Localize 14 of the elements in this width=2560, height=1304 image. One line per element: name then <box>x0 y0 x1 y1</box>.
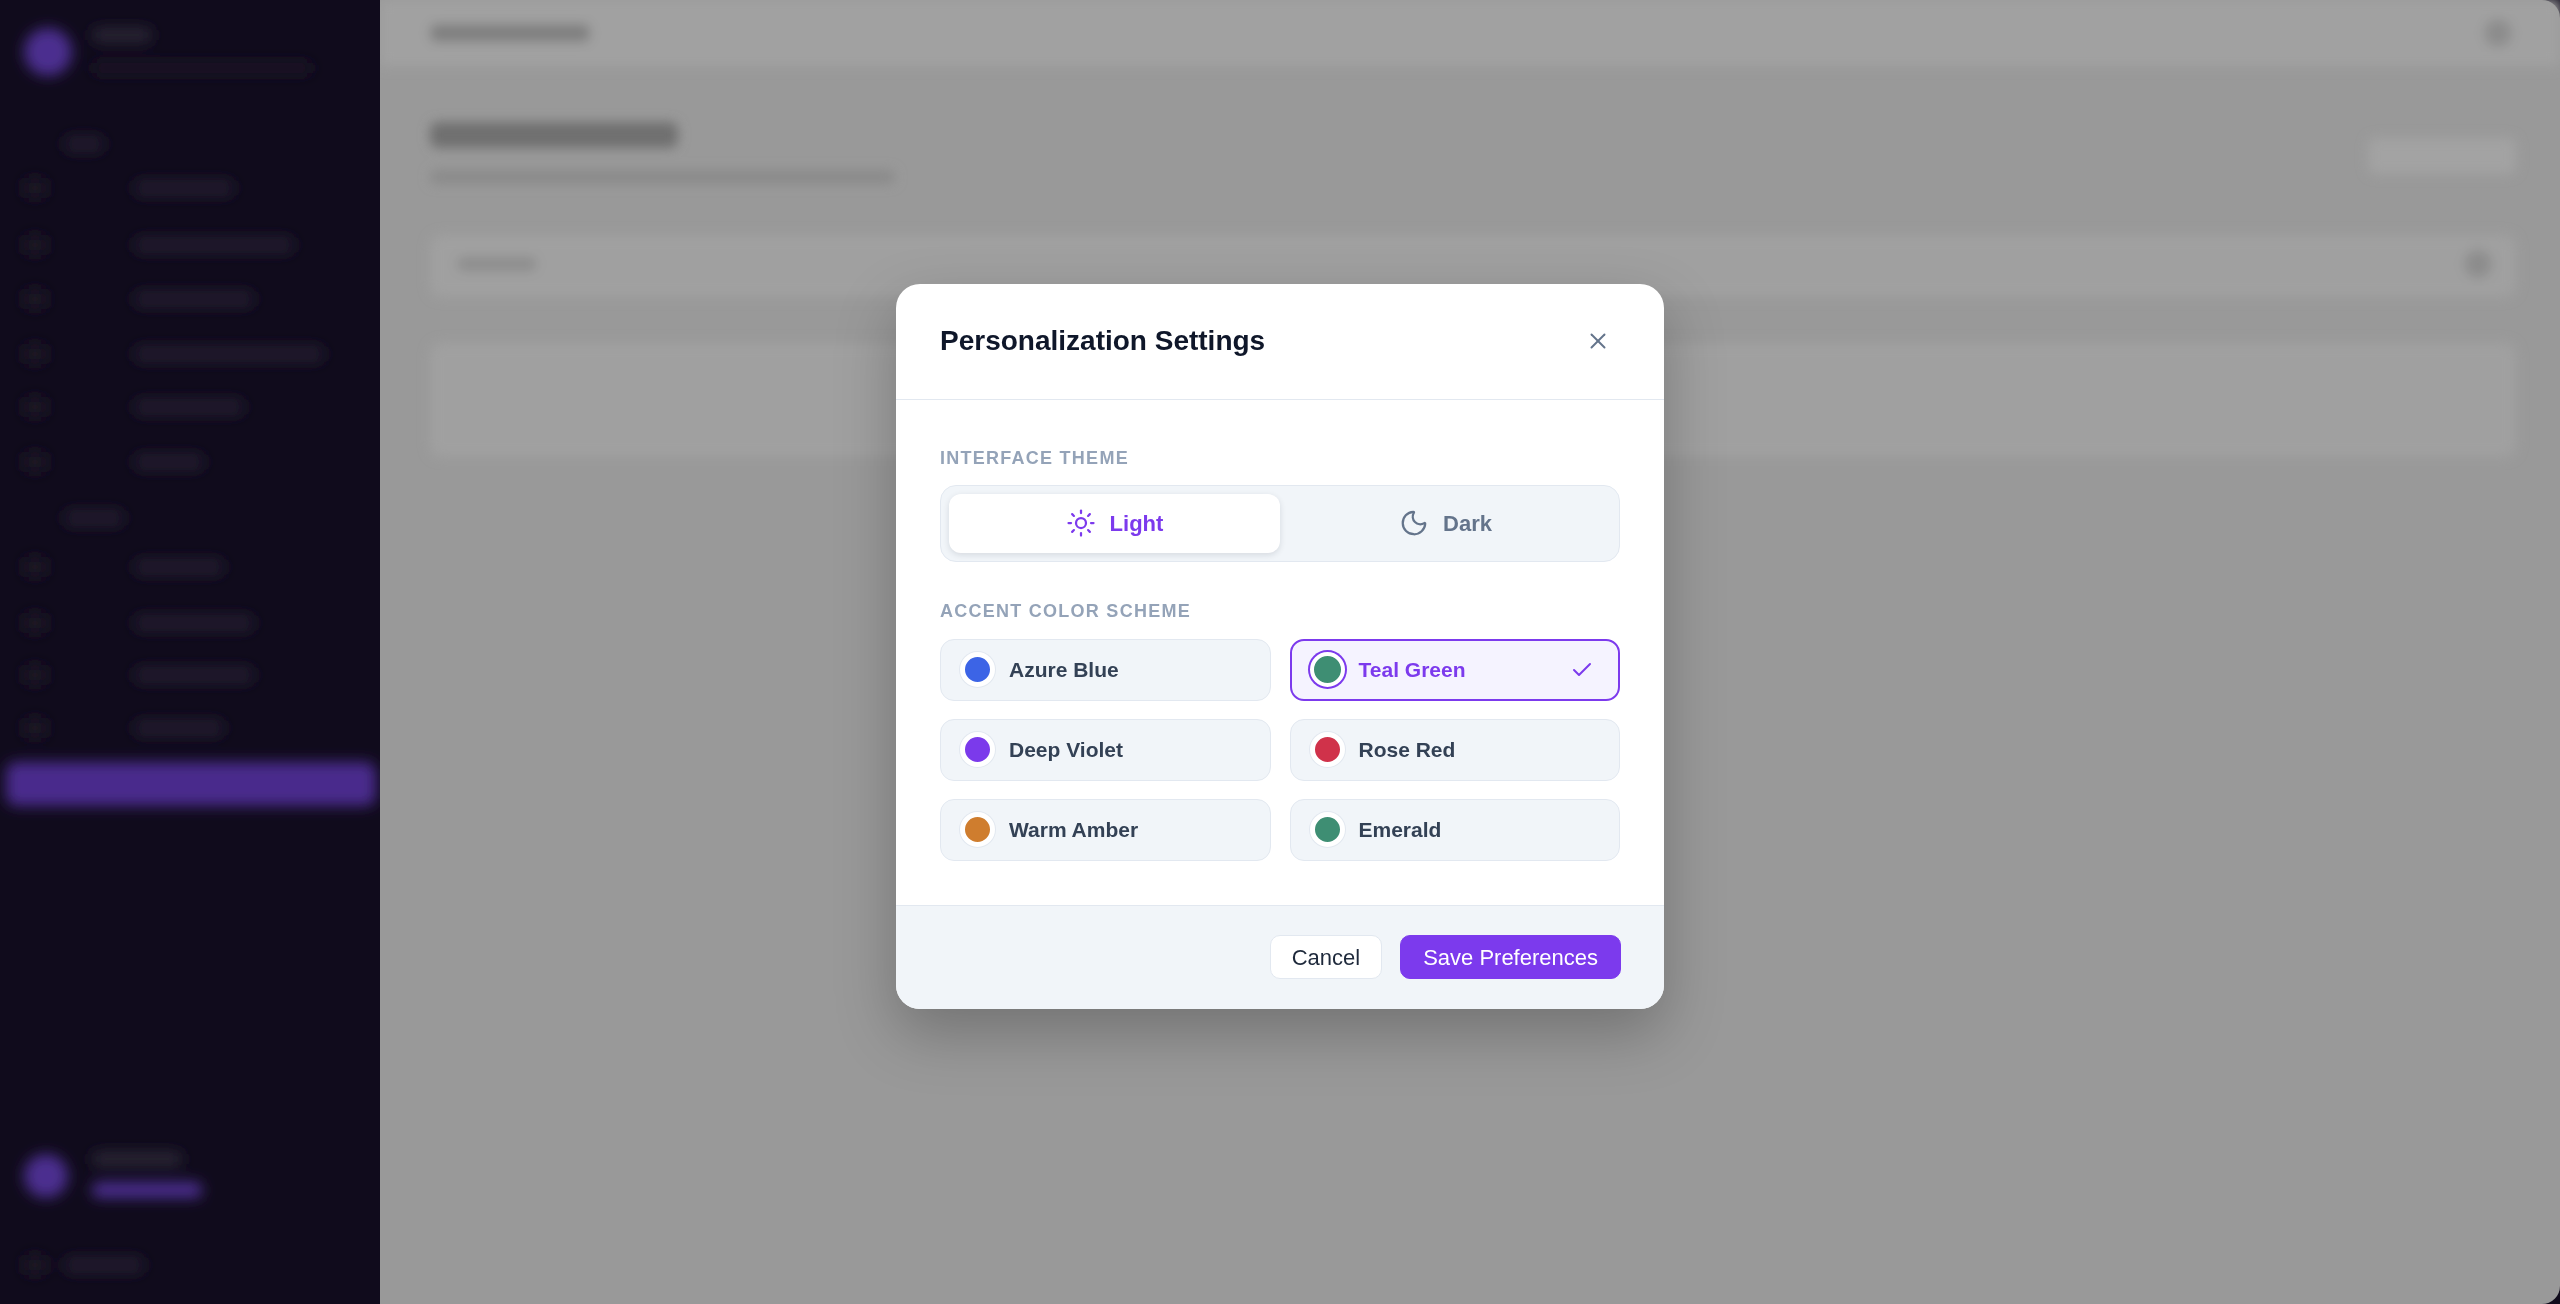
section-label: ACCENT COLOR SCHEME <box>940 599 1192 623</box>
dialog-title: Personalization Settings <box>940 324 1266 358</box>
color-option[interactable]: Warm Amber <box>940 798 1271 861</box>
color-option[interactable]: Emerald <box>1289 798 1620 861</box>
color-option[interactable]: Azure Blue <box>940 638 1271 701</box>
save-button[interactable]: Save Preferences <box>1400 935 1621 979</box>
color-option[interactable]: Rose Red <box>1289 718 1620 781</box>
color-option[interactable]: Teal Green <box>1289 638 1620 701</box>
cancel-button[interactable]: Cancel <box>1269 935 1383 979</box>
section-label: INTERFACE THEME <box>940 446 1130 470</box>
sun-icon <box>1065 508 1096 538</box>
theme-tab[interactable]: Light <box>949 493 1280 553</box>
color-option[interactable]: Deep Violet <box>940 718 1271 781</box>
theme-tab[interactable]: Dark <box>1280 493 1611 553</box>
